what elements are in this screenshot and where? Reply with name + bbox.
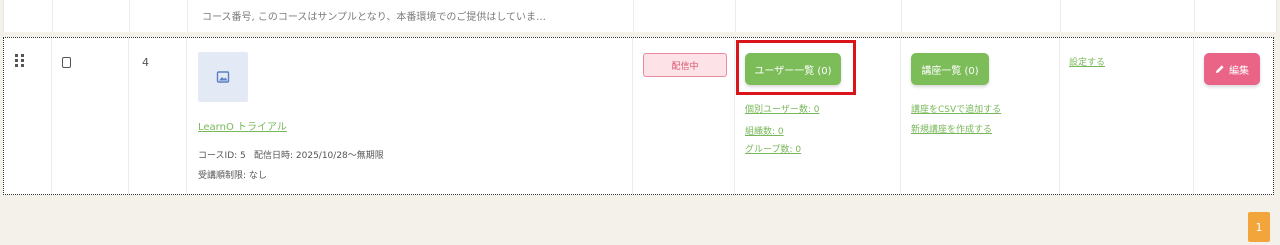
previous-row-description: コース番号, このコースはサンプルとなり、本番環境でのご提供はしていま… — [202, 12, 547, 23]
groups-link[interactable]: グループ数: 0 — [745, 142, 801, 155]
individual-users-link[interactable]: 個別ユーザー数: 0 — [745, 102, 819, 115]
page-1-button[interactable]: 1 — [1248, 212, 1270, 242]
status-badge: 配信中 — [643, 53, 727, 77]
course-id: コースID: 5 — [198, 151, 246, 161]
pencil-icon — [1216, 65, 1224, 73]
row-number: 4 — [142, 56, 149, 69]
settings-link[interactable]: 設定する — [1069, 55, 1105, 68]
drag-handle-icon[interactable] — [15, 54, 25, 67]
add-csv-link[interactable]: 講座をCSVで追加する — [911, 102, 1001, 115]
edit-label: 編集 — [1229, 65, 1249, 77]
highlight-box — [736, 40, 856, 95]
course-list-button[interactable]: 講座一覧 (0) — [911, 53, 989, 85]
attendance-order-limit: 受講順制限: なし — [198, 171, 267, 181]
previous-row: コース番号, このコースはサンプルとなり、本番環境でのご提供はしていま… — [3, 0, 1277, 32]
delivery-date: 配信日時: 2025/10/28〜無期限 — [254, 151, 384, 161]
row-checkbox[interactable] — [62, 57, 71, 68]
organizations-link[interactable]: 組織数: 0 — [745, 124, 784, 137]
edit-button[interactable]: 編集 — [1204, 53, 1260, 85]
table-row: 4 LearnO トライアル コースID: 5 配信日時: 2025/10/28… — [3, 37, 1274, 195]
course-name-link[interactable]: LearnO トライアル — [198, 118, 287, 133]
create-course-link[interactable]: 新規講座を作成する — [911, 122, 992, 135]
image-icon — [216, 71, 230, 83]
course-thumbnail — [198, 52, 248, 102]
